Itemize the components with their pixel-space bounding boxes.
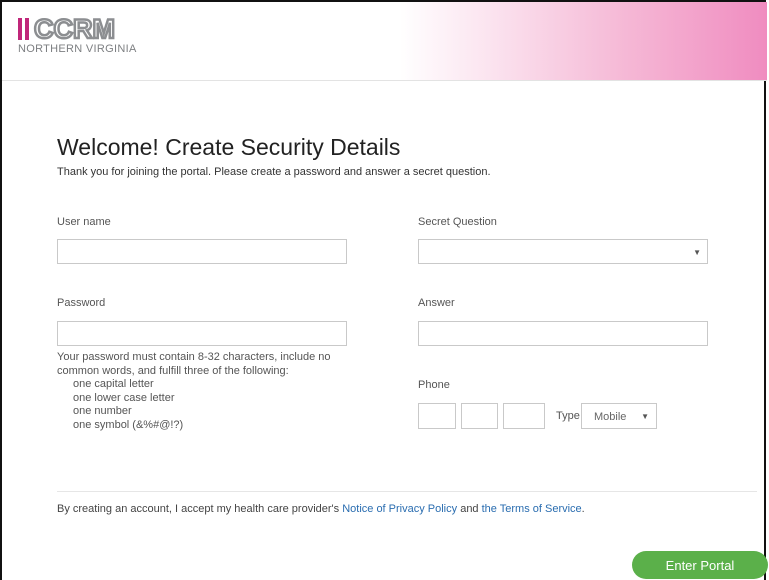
- chevron-down-icon: ▼: [641, 412, 649, 421]
- phone-line-input[interactable]: [503, 403, 545, 429]
- privacy-policy-link[interactable]: Notice of Privacy Policy: [342, 503, 457, 515]
- rule-number: one number: [73, 405, 132, 417]
- rule-lowercase: one lower case letter: [73, 391, 175, 404]
- phone-type-value: Mobile: [594, 411, 627, 423]
- logo-wordmark: CCRM: [33, 13, 117, 46]
- logo-subtitle: NORTHERN VIRGINIA: [18, 43, 137, 55]
- header-banner: CCRM NORTHERN VIRGINIA: [2, 2, 767, 81]
- consent-text: By creating an account, I accept my heal…: [57, 503, 585, 515]
- password-input[interactable]: [57, 321, 347, 346]
- consent-prefix: By creating an account, I accept my heal…: [57, 503, 343, 515]
- username-input[interactable]: [57, 239, 347, 264]
- answer-label: Answer: [418, 297, 455, 309]
- rule-capital: one capital letter: [73, 378, 154, 390]
- footer-divider: [57, 491, 757, 492]
- page-title: Welcome! Create Security Details: [57, 134, 401, 160]
- rule-symbol: one symbol (&%#@!?): [73, 418, 184, 431]
- phone-area-code-input[interactable]: [418, 403, 456, 429]
- chevron-down-icon: ▼: [693, 248, 701, 257]
- enter-portal-button[interactable]: Enter Portal: [632, 551, 768, 579]
- portal-frame: [0, 0, 766, 580]
- consent-suffix: .: [581, 503, 585, 515]
- password-rules-list: one capital letter one lower case letter…: [57, 378, 347, 432]
- logo-bars-icon: [18, 18, 32, 40]
- phone-type-label: Type: [556, 410, 580, 422]
- phone-prefix-input[interactable]: [461, 403, 498, 429]
- page-intro: Thank you for joining the portal. Please…: [57, 166, 491, 178]
- terms-of-service-link[interactable]: the Terms of Service: [482, 503, 582, 515]
- ccrm-logo: CCRM NORTHERN VIRGINIA: [18, 13, 148, 57]
- password-rules-intro: Your password must contain 8-32 characte…: [57, 351, 331, 377]
- secret-question-select[interactable]: ▼: [418, 239, 708, 264]
- password-label: Password: [57, 297, 106, 309]
- phone-type-select[interactable]: Mobile ▼: [581, 403, 657, 429]
- secret-question-label: Secret Question: [418, 216, 497, 228]
- password-rules: Your password must contain 8-32 characte…: [57, 351, 347, 432]
- username-label: User name: [57, 216, 111, 228]
- answer-input[interactable]: [418, 321, 708, 346]
- consent-and: and: [457, 503, 482, 515]
- phone-label: Phone: [418, 379, 450, 391]
